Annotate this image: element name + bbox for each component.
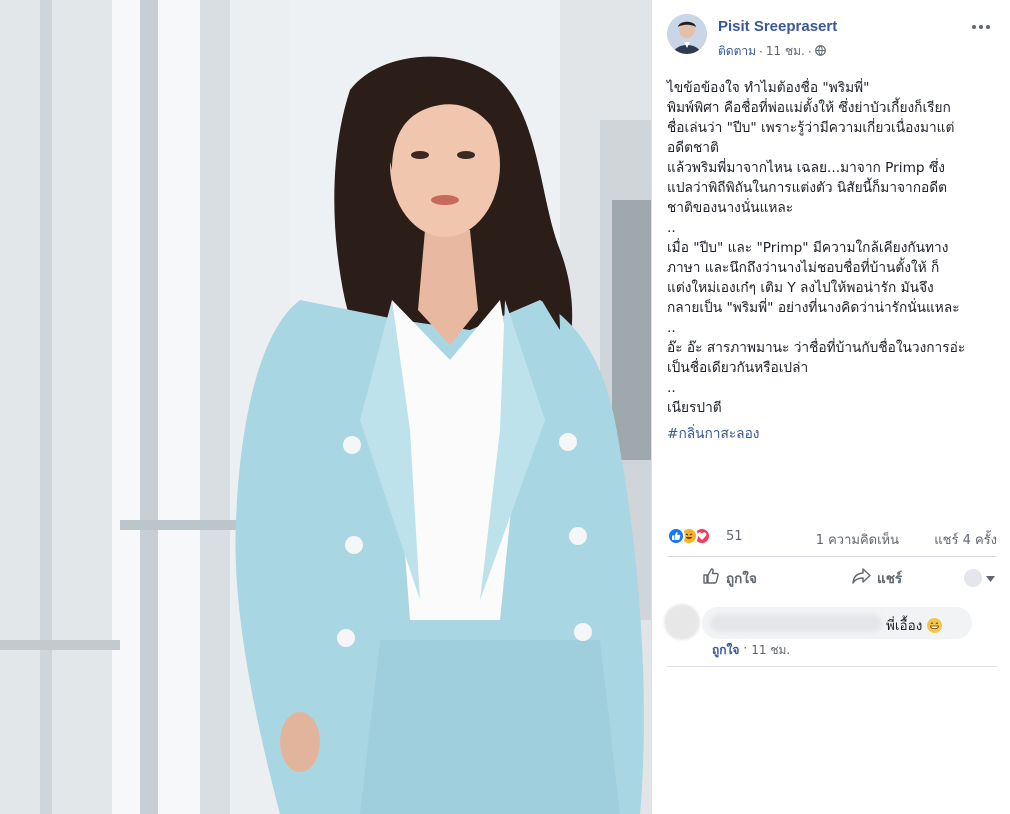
like-icon	[667, 527, 685, 545]
divider-comments	[667, 666, 997, 667]
comment-count[interactable]: 1 ความคิดเห็น	[816, 529, 899, 550]
post-actions: ถูกใจ แชร์	[667, 563, 997, 593]
chevron-down-icon	[986, 570, 995, 586]
commenter-name-blurred[interactable]	[710, 614, 882, 632]
post-header: Pisit Sreeprasert ติดตาม · 11 ชม. ·	[667, 14, 1000, 61]
reaction-count[interactable]: 51	[726, 529, 743, 544]
share-count[interactable]: แชร์ 4 ครั้ง	[934, 529, 997, 550]
comment-text-row: พี่เอื้อง	[886, 614, 943, 636]
audience-selector[interactable]	[964, 569, 995, 587]
globe-icon	[814, 44, 826, 59]
more-options-icon[interactable]	[970, 16, 992, 36]
divider-top	[667, 556, 997, 557]
reaction-icons[interactable]	[667, 527, 711, 545]
thumbs-up-icon	[702, 567, 720, 589]
comment-actions: ถูกใจ · 11 ชม.	[712, 641, 790, 660]
hashtag-link[interactable]: #กลิ่นกาสะลอง	[667, 423, 759, 445]
author-name[interactable]: Pisit Sreeprasert	[718, 18, 837, 35]
post-body-text: ไขข้อข้องใจ ทำไมต้องชื่อ "พริมพี่" พิมพ์…	[667, 80, 966, 416]
comment-text: พี่เอื้อง	[886, 618, 923, 634]
like-button[interactable]: ถูกใจ	[702, 567, 757, 589]
follow-link[interactable]: ติดตาม	[718, 42, 756, 61]
post-panel: Pisit Sreeprasert ติดตาม · 11 ชม. · ไขข้…	[651, 0, 1010, 814]
share-arrow-icon	[852, 568, 871, 588]
share-button-label: แชร์	[877, 571, 903, 587]
post-meta: ติดตาม · 11 ชม. ·	[718, 42, 826, 61]
commenter-avatar[interactable]	[664, 604, 700, 640]
grinning-emoji-icon	[927, 617, 943, 633]
post-photo[interactable]	[0, 0, 651, 814]
meta-separator: ·	[759, 44, 763, 59]
comment-separator: ·	[743, 641, 748, 655]
like-button-label: ถูกใจ	[726, 571, 757, 587]
post-time[interactable]: 11 ชม.	[766, 42, 805, 61]
share-button[interactable]: แชร์	[852, 567, 902, 589]
profile-dot-icon	[964, 569, 982, 587]
comment-like-link[interactable]: ถูกใจ	[712, 641, 739, 660]
reaction-summary: 51 1 ความคิดเห็น แชร์ 4 ครั้ง	[667, 524, 997, 550]
woman-in-blue-suit-image	[0, 0, 651, 814]
meta-separator-2: ·	[807, 44, 812, 59]
author-avatar[interactable]	[667, 14, 707, 54]
comment-time[interactable]: 11 ชม.	[751, 641, 790, 660]
